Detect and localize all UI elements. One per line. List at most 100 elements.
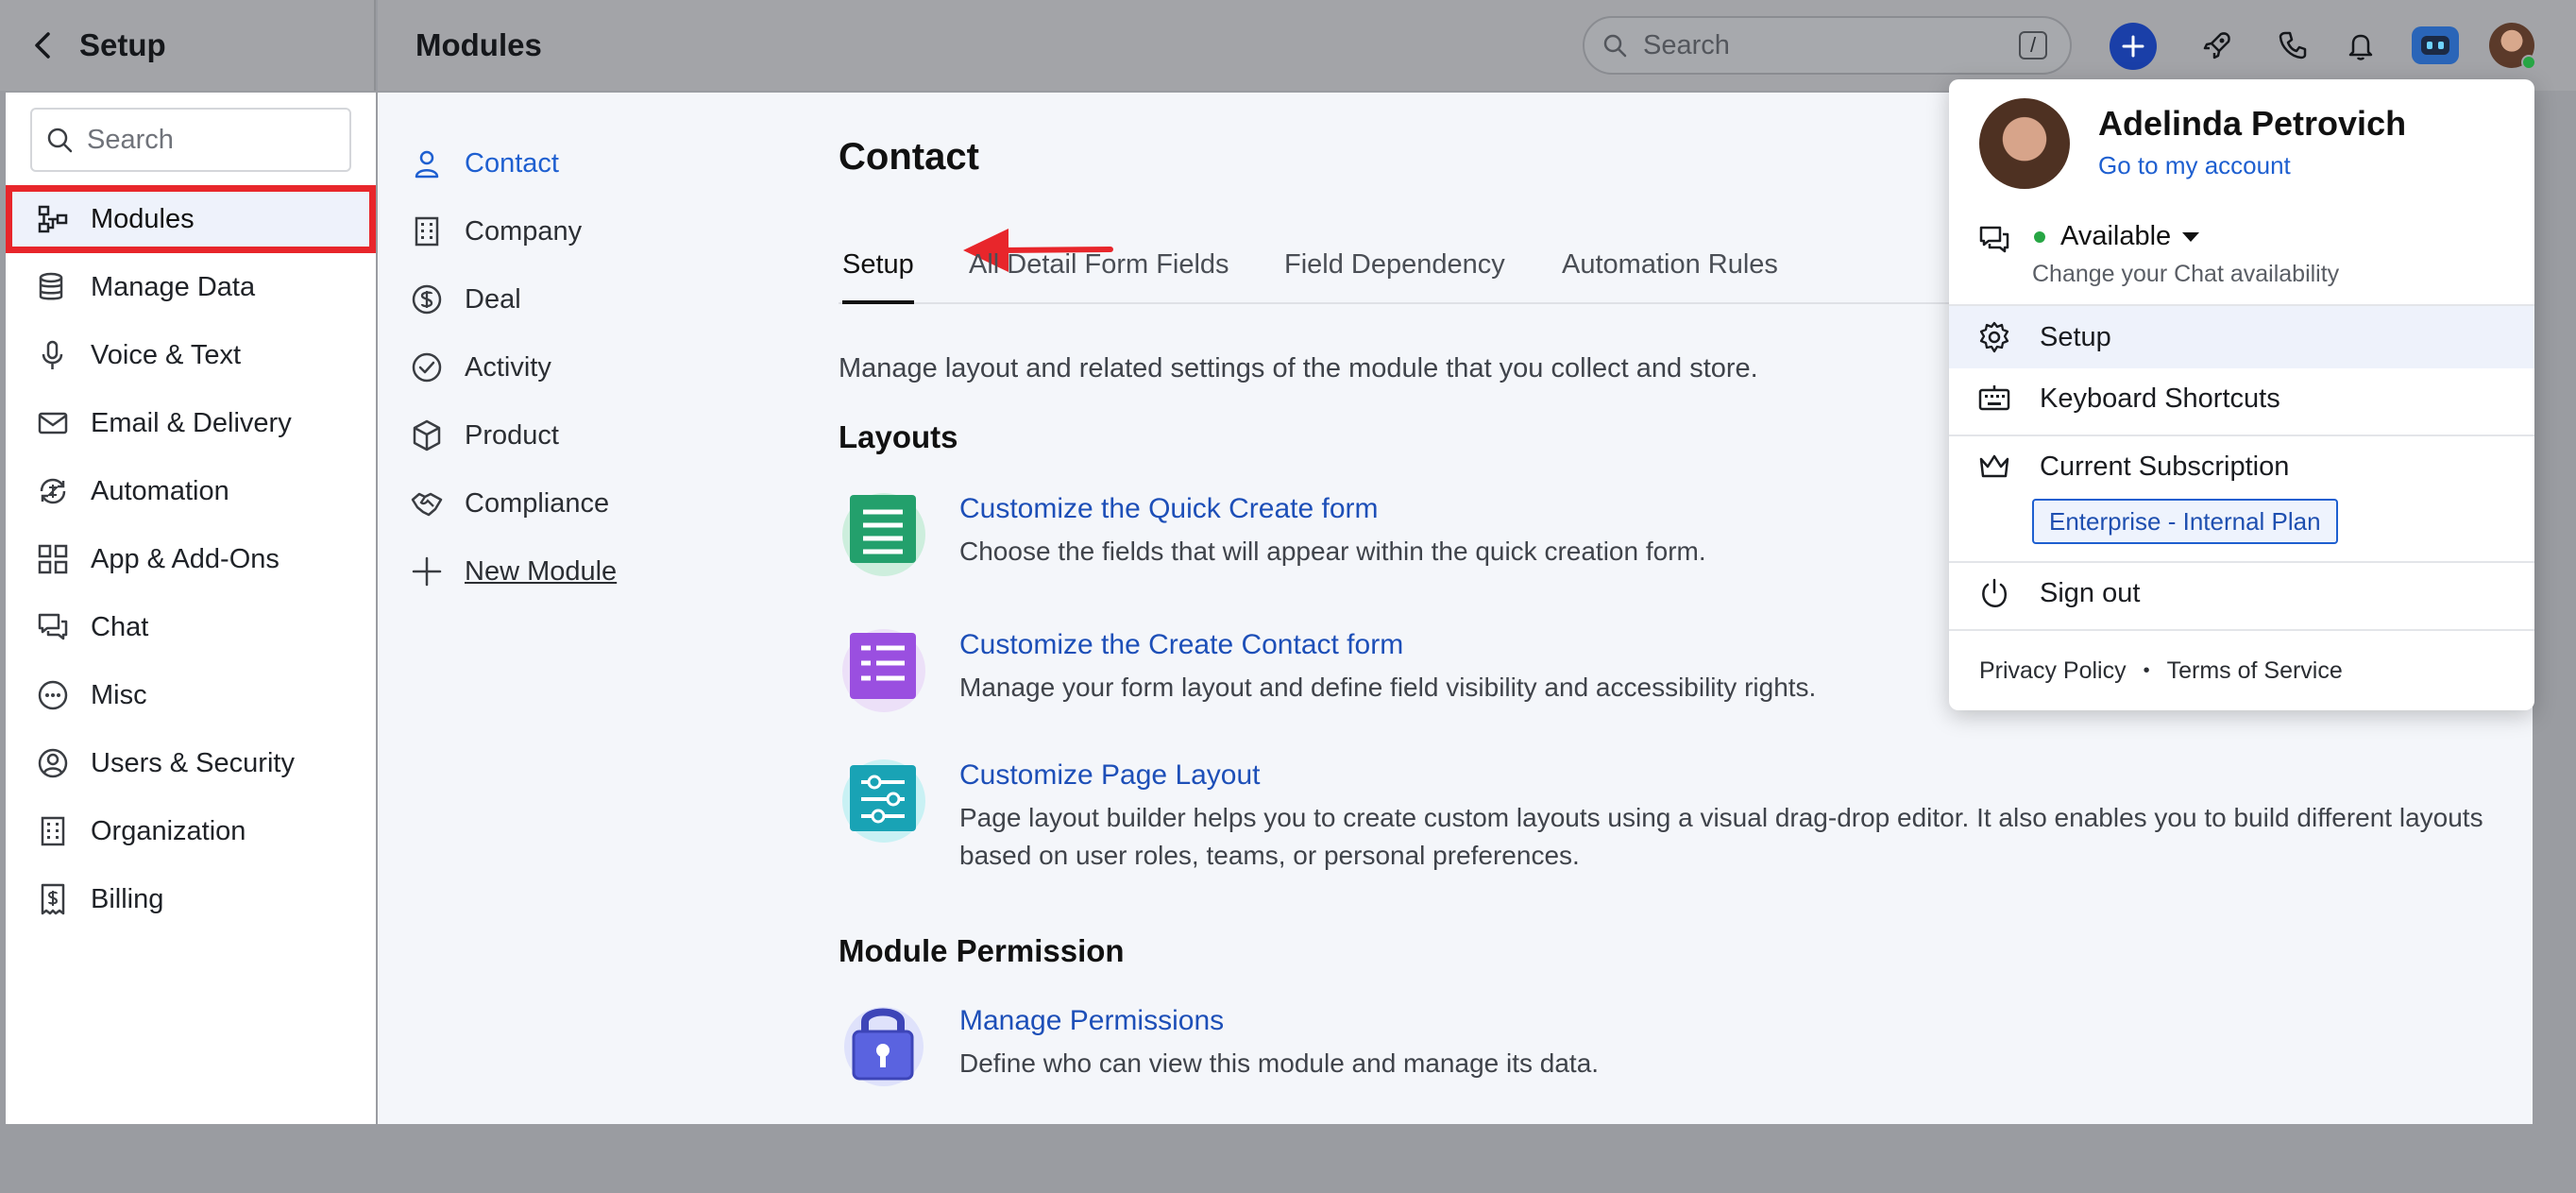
teal-sliders-icon: [839, 754, 929, 844]
module-item-product[interactable]: Product: [410, 407, 559, 464]
menu-item-setup[interactable]: Setup: [1949, 306, 2534, 368]
availability-dropdown[interactable]: Available: [2034, 221, 2200, 252]
sidebar-search-input[interactable]: Search: [30, 108, 351, 172]
plan-badge[interactable]: Enterprise - Internal Plan: [2032, 499, 2338, 544]
sidebar-item-misc[interactable]: Misc: [6, 661, 376, 729]
sidebar-item-organization[interactable]: Organization: [6, 797, 376, 865]
database-icon: [36, 270, 70, 304]
global-search-input[interactable]: Search /: [1583, 16, 2072, 75]
chat-icon: [1977, 223, 2011, 257]
online-status-dot: [2034, 230, 2045, 243]
sidebar-item-voice-text[interactable]: Voice & Text: [6, 321, 376, 389]
availability-subtitle: Change your Chat availability: [2032, 261, 2340, 287]
menu-item-label: Keyboard Shortcuts: [2040, 383, 2280, 414]
back-arrow-icon[interactable]: [25, 26, 62, 64]
sidebar-item-billing[interactable]: Billing: [6, 865, 376, 933]
module-permission-heading: Module Permission: [839, 933, 1125, 968]
setup-title: Setup: [79, 27, 166, 62]
person-icon: [410, 146, 444, 180]
menu-item-label: Sign out: [2040, 577, 2141, 608]
menu-item-current-subscription[interactable]: Current Subscription: [1949, 436, 2534, 497]
customize-quick-create-link[interactable]: Customize the Quick Create form: [959, 493, 1378, 525]
sidebar-item-label: App & Add-Ons: [91, 543, 280, 574]
user-avatar: [1979, 98, 2070, 189]
menu-divider: [1949, 629, 2534, 631]
dollar-circle-icon: [410, 282, 444, 316]
go-to-account-link[interactable]: Go to my account: [2098, 151, 2291, 180]
sidebar-item-users-security[interactable]: Users & Security: [6, 729, 376, 797]
sidebar-item-automation[interactable]: Automation: [6, 457, 376, 525]
automation-icon: [36, 474, 70, 508]
module-item-company[interactable]: Company: [410, 203, 582, 260]
sidebar-item-label: Billing: [91, 883, 164, 914]
power-icon: [1977, 576, 2011, 610]
user-circle-icon: [36, 746, 70, 780]
user-menu-dropdown: Adelinda Petrovich Go to my account Avai…: [1949, 79, 2534, 710]
user-avatar-button[interactable]: [2489, 23, 2536, 70]
search-icon: [1602, 32, 1628, 59]
search-icon: [45, 126, 74, 154]
microphone-icon: [36, 338, 70, 372]
customize-page-layout-link[interactable]: Customize Page Layout: [959, 759, 1261, 792]
receipt-icon: [36, 882, 70, 916]
tab-field-dependency[interactable]: Field Dependency: [1284, 244, 1505, 304]
sidebar-search-placeholder: Search: [87, 124, 174, 155]
new-module-link[interactable]: New Module: [410, 543, 617, 600]
sidebar-item-label: Automation: [91, 475, 229, 506]
page-section-title: Modules: [415, 27, 542, 62]
phone-icon[interactable]: [2270, 23, 2315, 68]
sidebar-item-email-delivery[interactable]: Email & Delivery: [6, 389, 376, 457]
module-item-contact[interactable]: Contact: [410, 135, 559, 192]
building-icon: [410, 214, 444, 248]
setup-sidebar: Search Modules Manage Data Voice & Text …: [6, 93, 376, 1124]
sidebar-item-manage-data[interactable]: Manage Data: [6, 253, 376, 321]
module-item-deal[interactable]: Deal: [410, 271, 521, 328]
module-item-compliance[interactable]: Compliance: [410, 475, 609, 532]
sidebar-item-label: Voice & Text: [91, 339, 242, 370]
module-item-label: Product: [465, 419, 559, 451]
sidebar-item-modules[interactable]: Modules: [6, 185, 376, 253]
bell-icon[interactable]: [2338, 23, 2383, 68]
mail-icon: [36, 406, 70, 440]
create-button[interactable]: [2110, 23, 2157, 70]
customize-create-contact-link[interactable]: Customize the Create Contact form: [959, 629, 1403, 661]
lock-icon: [839, 996, 929, 1086]
manage-permissions-link[interactable]: Manage Permissions: [959, 1005, 1224, 1037]
tab-automation-rules[interactable]: Automation Rules: [1562, 244, 1778, 304]
menu-item-keyboard-shortcuts[interactable]: Keyboard Shortcuts: [1949, 368, 2534, 429]
apps-grid-icon: [36, 542, 70, 576]
keyboard-icon: [1977, 382, 2011, 416]
terms-of-service-link[interactable]: Terms of Service: [2167, 657, 2343, 685]
module-item-label: Company: [465, 215, 583, 247]
bullet-separator: •: [2143, 660, 2150, 681]
new-module-label: New Module: [465, 555, 618, 587]
gear-icon: [1977, 320, 2011, 354]
menu-item-label: Current Subscription: [2040, 451, 2290, 482]
sidebar-item-label: Email & Delivery: [91, 407, 292, 438]
plus-icon: [2122, 35, 2144, 58]
top-bar: Modules: [378, 0, 2576, 91]
sidebar-item-label: Misc: [91, 679, 147, 710]
green-form-icon: [839, 486, 929, 576]
tab-all-detail-form-fields[interactable]: All Detail Form Fields: [969, 244, 1229, 304]
sidebar-item-label: Manage Data: [91, 271, 256, 302]
tab-setup[interactable]: Setup: [842, 244, 914, 304]
sidebar-item-label: Modules: [91, 203, 195, 234]
privacy-policy-link[interactable]: Privacy Policy: [1979, 657, 2127, 685]
search-shortcut-key: /: [2019, 31, 2047, 60]
layouts-heading: Layouts: [839, 419, 958, 454]
menu-item-sign-out[interactable]: Sign out: [1949, 563, 2534, 623]
availability-label: Available: [2060, 221, 2172, 251]
card-description: Page layout builder helps you to create …: [959, 803, 2483, 870]
module-item-activity[interactable]: Activity: [410, 339, 551, 396]
check-circle-icon: [410, 350, 444, 384]
sidebar-item-apps[interactable]: App & Add-Ons: [6, 525, 376, 593]
assistant-bot-icon[interactable]: [2412, 26, 2459, 64]
chat-icon: [36, 610, 70, 644]
rocket-icon[interactable]: [2195, 23, 2240, 68]
modules-icon: [36, 202, 70, 236]
building-icon: [36, 814, 70, 848]
module-item-label: Compliance: [465, 487, 610, 519]
sidebar-item-chat[interactable]: Chat: [6, 593, 376, 661]
module-title: Contact: [839, 136, 979, 178]
